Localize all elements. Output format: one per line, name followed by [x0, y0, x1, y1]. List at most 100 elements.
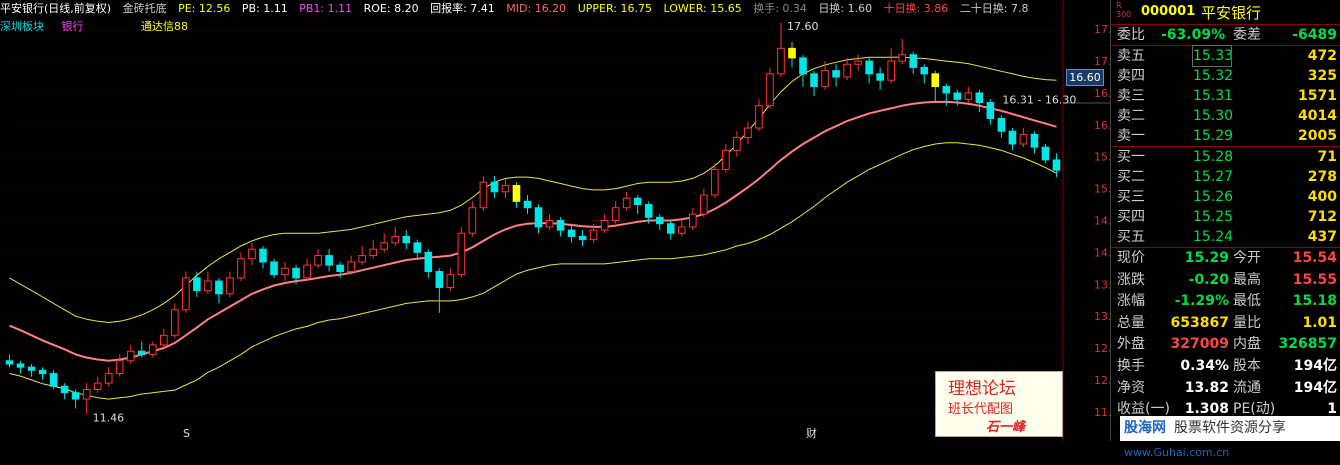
y-tick-label: 13.00: [1094, 310, 1110, 323]
candle-body: [523, 200, 532, 209]
candle: [193, 271, 201, 298]
bid-row[interactable]: 买五 15.24 437: [1111, 227, 1340, 247]
candle-body: [666, 223, 675, 234]
candle-body: [964, 92, 973, 100]
candle: [446, 268, 455, 291]
stat-value: 15.54: [1292, 250, 1337, 266]
candle-body: [733, 137, 741, 151]
candle: [248, 242, 256, 266]
s-marker: S: [183, 427, 190, 440]
stat-value: -1.29%: [1174, 293, 1229, 310]
kline-chart[interactable]: 17.50 17.00 16.50 16.00 15.50 15.00 14.50 14.00…: [0, 0, 1110, 441]
ask-row[interactable]: 卖五 15.33 472: [1111, 45, 1340, 67]
ask-row[interactable]: 卖三 15.31 1571: [1111, 86, 1340, 106]
site-url[interactable]: www.Guhai.com.cn: [1124, 440, 1229, 465]
candle: [490, 175, 499, 199]
candle: [677, 220, 686, 237]
bid-row[interactable]: 买四 15.25 712: [1111, 207, 1340, 227]
candle-body: [347, 261, 355, 273]
candle-body: [435, 271, 444, 288]
candle-body: [215, 280, 223, 295]
candle: [479, 175, 488, 211]
bid-row[interactable]: 买三 15.26 400: [1111, 187, 1340, 207]
bid-row[interactable]: 买一 15.28 71: [1111, 147, 1340, 167]
watermark-line2: 班长代配图: [948, 402, 1014, 417]
candle-body: [82, 388, 91, 400]
stat-label: 流通: [1233, 379, 1261, 396]
bid-row[interactable]: 买二 15.27 278: [1111, 167, 1340, 187]
ask-price: 15.33: [1192, 45, 1234, 67]
candle-body: [424, 251, 433, 273]
candle-body: [545, 220, 554, 228]
sector-link[interactable]: 深圳板块: [0, 20, 44, 33]
pb1-value: PB1: 1.11: [299, 2, 353, 15]
day-turnover: 日换: 1.60: [818, 2, 873, 15]
candle-body: [490, 181, 499, 193]
mid-band-line: [9, 100, 1057, 362]
candle-body: [644, 204, 653, 218]
candle: [1019, 128, 1028, 148]
candle: [237, 252, 245, 282]
stat-label: 外盘: [1117, 336, 1145, 353]
candle-body: [777, 47, 785, 75]
candle: [159, 328, 168, 349]
finance-marker: 财: [806, 426, 817, 440]
footer-banner[interactable]: 股海网 股票软件资源分享 www.Guhai.com.cn: [1120, 416, 1340, 459]
y-tick-label: 12.50: [1094, 342, 1110, 355]
candle: [148, 341, 157, 358]
candle: [545, 214, 554, 231]
candle: [402, 230, 411, 250]
pe-value: PE: 12.56: [178, 2, 231, 15]
bid-quantity: 400: [1307, 189, 1337, 205]
site-name: 股海网: [1124, 420, 1166, 436]
candle-body: [402, 235, 411, 244]
tdx-link[interactable]: 通达信88: [141, 20, 188, 33]
ask-label: 卖一: [1117, 128, 1145, 144]
stat-label: 今开: [1233, 250, 1261, 266]
ask-row[interactable]: 卖四 15.32 325: [1111, 66, 1340, 86]
industry-link[interactable]: 银行: [62, 20, 84, 33]
stat-label: 内盘: [1233, 336, 1261, 353]
stat-label: 量比: [1233, 314, 1261, 331]
stock-title[interactable]: 平安银行(日线,前复权): [0, 2, 111, 15]
candle: [204, 271, 212, 294]
candle-body: [413, 242, 422, 253]
candle: [115, 354, 124, 377]
candle-body: [534, 207, 543, 228]
candle-body: [446, 274, 455, 288]
candle: [38, 367, 47, 380]
candle-body: [380, 242, 389, 250]
stat-label: 最低: [1233, 293, 1261, 310]
sector-bar: 深圳板块 银行 通达信88: [0, 19, 202, 35]
candle: [777, 22, 785, 78]
candle-body: [755, 105, 763, 129]
candle-body: [270, 261, 278, 276]
ask-row[interactable]: 卖一 15.29 2005: [1111, 126, 1340, 146]
stat-label: 股本: [1233, 357, 1261, 374]
candle: [799, 54, 807, 87]
candle: [369, 239, 378, 259]
candle-body: [115, 360, 124, 375]
candle: [997, 115, 1006, 138]
candle-body: [810, 73, 818, 88]
candle: [358, 246, 366, 266]
indicator-name[interactable]: 金砖托底: [123, 2, 167, 15]
bid-label: 买五: [1117, 229, 1145, 245]
candle: [347, 255, 355, 275]
candle-body: [292, 267, 300, 279]
r-badge: R 300: [1116, 1, 1132, 19]
candle-body: [171, 309, 179, 336]
candle-body: [931, 73, 940, 88]
stat-row: 涨幅 -1.29% 最低 15.18: [1111, 291, 1340, 313]
turnover: 换手: 0.34: [753, 2, 807, 15]
candle: [666, 220, 675, 240]
candle-body: [898, 54, 907, 62]
bid-price: 15.25: [1193, 209, 1234, 225]
ask-row[interactable]: 卖二 15.30 4014: [1111, 106, 1340, 126]
bid-quantity: 437: [1307, 229, 1337, 245]
candle-body: [655, 216, 664, 225]
stat-value: 13.82: [1184, 379, 1229, 396]
candle: [215, 277, 223, 304]
ask-price: 15.31: [1193, 88, 1234, 104]
candle: [711, 163, 719, 199]
